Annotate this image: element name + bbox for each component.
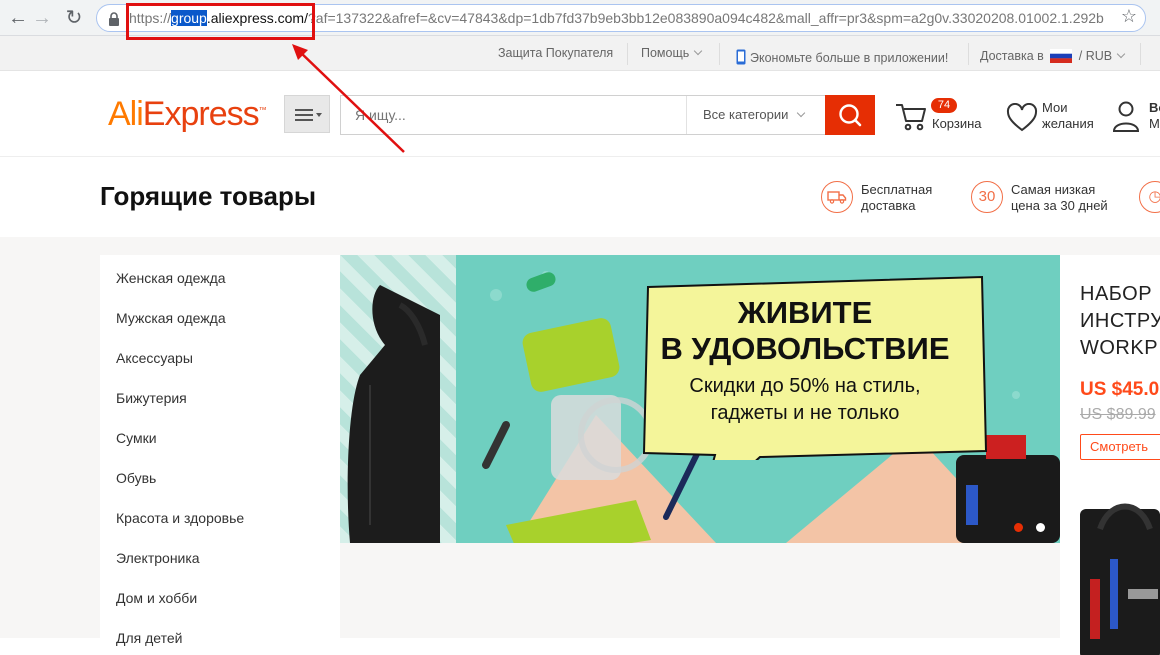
carousel-dot-active[interactable] — [1014, 523, 1023, 532]
promo-banner[interactable]: ЖИВИТЕ В УДОВОЛЬСТВИЕ Скидки до 50% на с… — [340, 255, 1060, 543]
feature-text: Бесплатная — [861, 182, 933, 197]
price-30-icon: 30 — [971, 181, 1003, 213]
menu-button[interactable] — [284, 95, 330, 133]
cart-icon — [896, 104, 926, 131]
category-item[interactable]: Дом и хобби — [116, 590, 197, 606]
category-item[interactable]: Сумки — [116, 430, 157, 446]
flag-ru-icon — [1050, 49, 1073, 63]
category-item[interactable]: Обувь — [116, 470, 156, 486]
wishlist-button[interactable]: Мои желания — [1006, 99, 1106, 139]
category-item[interactable]: Аксессуары — [116, 350, 193, 366]
chevron-down-icon — [1116, 49, 1126, 59]
banner-subtitle-1: Скидки до 50% на стиль, — [689, 375, 921, 397]
model-image — [347, 285, 440, 543]
title-row: Горящие товары Бесплатная доставка 30 Сам… — [0, 157, 1160, 237]
promo-title: НАБОР ИНСТРУ WORKP — [1080, 283, 1160, 359]
banner-headline-1: ЖИВИТЕ — [737, 295, 873, 330]
main-content: Женская одежда Мужская одежда Аксессуары… — [0, 237, 1160, 655]
forward-button[interactable]: → — [30, 6, 54, 30]
truck-icon — [821, 181, 853, 213]
search-icon — [839, 104, 862, 127]
category-item[interactable]: Для детей — [116, 630, 182, 646]
heart-icon — [1006, 103, 1038, 132]
buyer-protection-link[interactable]: Защита Покупателя — [498, 46, 613, 60]
search-button[interactable] — [825, 95, 875, 135]
category-item[interactable]: Электроника — [116, 550, 200, 566]
category-item[interactable]: Мужская одежда — [116, 310, 226, 326]
aliexpress-logo[interactable]: AliExpress™ — [108, 95, 267, 134]
account-button[interactable]: Во М — [1112, 99, 1160, 139]
wishlist-label-2: желания — [1042, 116, 1094, 131]
promo-product-card[interactable]: НАБОР ИНСТРУ WORKP US $45.0 US $89.99 См… — [1060, 255, 1160, 655]
star-icon[interactable]: ☆ — [1121, 6, 1137, 27]
reload-button[interactable]: ↻ — [62, 6, 86, 30]
divider — [627, 43, 628, 65]
lock-icon — [109, 12, 119, 26]
feature-text: Самая низкая — [1011, 182, 1096, 197]
site-header: AliExpress™ Все категории 74 Корзина Мои… — [0, 71, 1160, 157]
service-bar: Защита Покупателя Помощь Экономьте больш… — [0, 36, 1160, 71]
phone-icon — [736, 49, 746, 65]
divider — [968, 43, 969, 65]
chevron-down-icon — [694, 46, 703, 56]
promo-view-button[interactable]: Смотреть — [1080, 434, 1160, 460]
cart-button[interactable]: 74 Корзина — [894, 97, 994, 137]
feature-text: цена за 30 дней — [1011, 198, 1108, 213]
back-button[interactable]: ← — [6, 6, 30, 30]
annotation-highlight-box — [126, 3, 315, 40]
category-select[interactable]: Все категории — [686, 96, 825, 134]
menu-icon — [295, 109, 322, 121]
user-icon — [1112, 101, 1140, 132]
divider — [1140, 43, 1141, 65]
account-label-1: Во — [1149, 100, 1160, 115]
feature-text: доставка — [861, 198, 916, 213]
chevron-down-icon — [797, 108, 806, 118]
cart-label: Корзина — [932, 116, 982, 131]
page-title: Горящие товары — [100, 181, 317, 211]
category-item[interactable]: Женская одежда — [116, 270, 226, 286]
delivery-selector[interactable]: Доставка в / RUB — [980, 46, 1126, 63]
help-menu[interactable]: Помощь — [641, 46, 703, 60]
promo-price: US $45.0 — [1080, 379, 1160, 400]
promo-old-price: US $89.99 — [1080, 406, 1156, 423]
category-item[interactable]: Красота и здоровье — [116, 510, 244, 526]
tool-set-image — [1080, 503, 1160, 655]
banner-headline-2: В УДОВОЛЬСТВИЕ — [660, 331, 950, 366]
divider — [719, 43, 720, 65]
search-input[interactable] — [341, 96, 685, 134]
clock-icon: ◷ — [1139, 181, 1160, 213]
account-label-2: М — [1149, 116, 1160, 131]
wishlist-label-1: Мои — [1042, 100, 1068, 115]
banner-subtitle-2: гаджеты и не только — [710, 402, 900, 424]
cart-count-badge: 74 — [931, 98, 957, 113]
search-bar: Все категории — [340, 95, 875, 135]
category-item[interactable]: Бижутерия — [116, 390, 187, 406]
category-sidebar: Женская одежда Мужская одежда Аксессуары… — [100, 255, 340, 655]
carousel-dot[interactable] — [1036, 523, 1045, 532]
app-promo-link[interactable]: Экономьте больше в приложении! — [736, 46, 948, 65]
